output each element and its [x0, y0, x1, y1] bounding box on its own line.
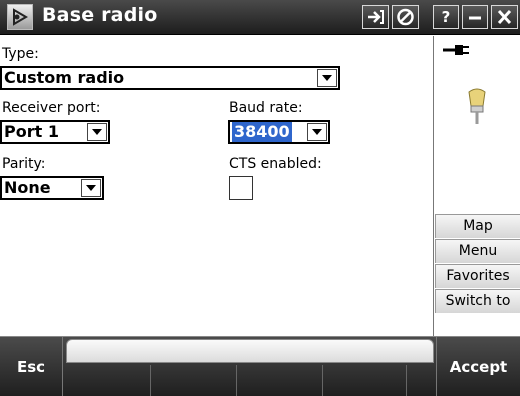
receiver-port-label: Receiver port: — [2, 100, 101, 116]
parity-value: None — [4, 178, 51, 197]
chevron-down-icon[interactable] — [81, 179, 101, 197]
cts-checkbox[interactable] — [229, 176, 253, 200]
type-value: Custom radio — [4, 68, 125, 87]
chevron-down-icon[interactable] — [87, 123, 107, 141]
no-entry-icon[interactable] — [392, 5, 419, 29]
favorites-button[interactable]: Favorites — [435, 264, 520, 288]
arrow-into-icon[interactable] — [362, 5, 389, 29]
type-label: Type: — [2, 46, 39, 62]
map-button[interactable]: Map — [435, 214, 520, 238]
accept-button[interactable]: Accept — [436, 337, 520, 396]
help-button[interactable]: ? — [433, 5, 459, 29]
baud-rate-label: Baud rate: — [229, 100, 303, 116]
satellite-dish-icon[interactable] — [7, 4, 33, 30]
bottom-bar: Esc Accept — [0, 336, 520, 396]
receiver-port-value: Port 1 — [4, 122, 59, 141]
parity-dropdown[interactable]: None — [0, 176, 104, 200]
chevron-down-icon[interactable] — [307, 123, 327, 141]
esc-button[interactable]: Esc — [0, 337, 63, 396]
function-key-divider — [236, 365, 237, 396]
main-panel: Type: Custom radio Receiver port: Port 1… — [0, 36, 434, 336]
minimize-icon[interactable] — [462, 5, 488, 29]
close-icon[interactable] — [491, 5, 518, 29]
function-key-divider — [150, 365, 151, 396]
receiver-port-dropdown[interactable]: Port 1 — [0, 120, 110, 144]
menu-button[interactable]: Menu — [435, 239, 520, 263]
type-dropdown[interactable]: Custom radio — [0, 66, 340, 90]
gnss-receiver-icon[interactable] — [465, 86, 489, 130]
switch-to-button[interactable]: Switch to — [435, 289, 520, 313]
parity-label: Parity: — [2, 156, 46, 172]
chevron-down-icon[interactable] — [317, 69, 337, 87]
baud-rate-value: 38400 — [232, 122, 292, 142]
window-title: Base radio — [42, 4, 158, 26]
title-bar: Base radio ? — [0, 0, 520, 35]
baud-rate-dropdown[interactable]: 38400 — [228, 120, 330, 144]
status-field — [66, 339, 434, 363]
side-panel: Map Menu Favorites Switch to — [435, 36, 520, 336]
cts-label: CTS enabled: — [229, 156, 322, 172]
power-plug-icon[interactable] — [441, 42, 471, 61]
status-icons — [435, 36, 520, 221]
function-key-divider — [322, 365, 323, 396]
function-key-divider — [406, 365, 407, 396]
